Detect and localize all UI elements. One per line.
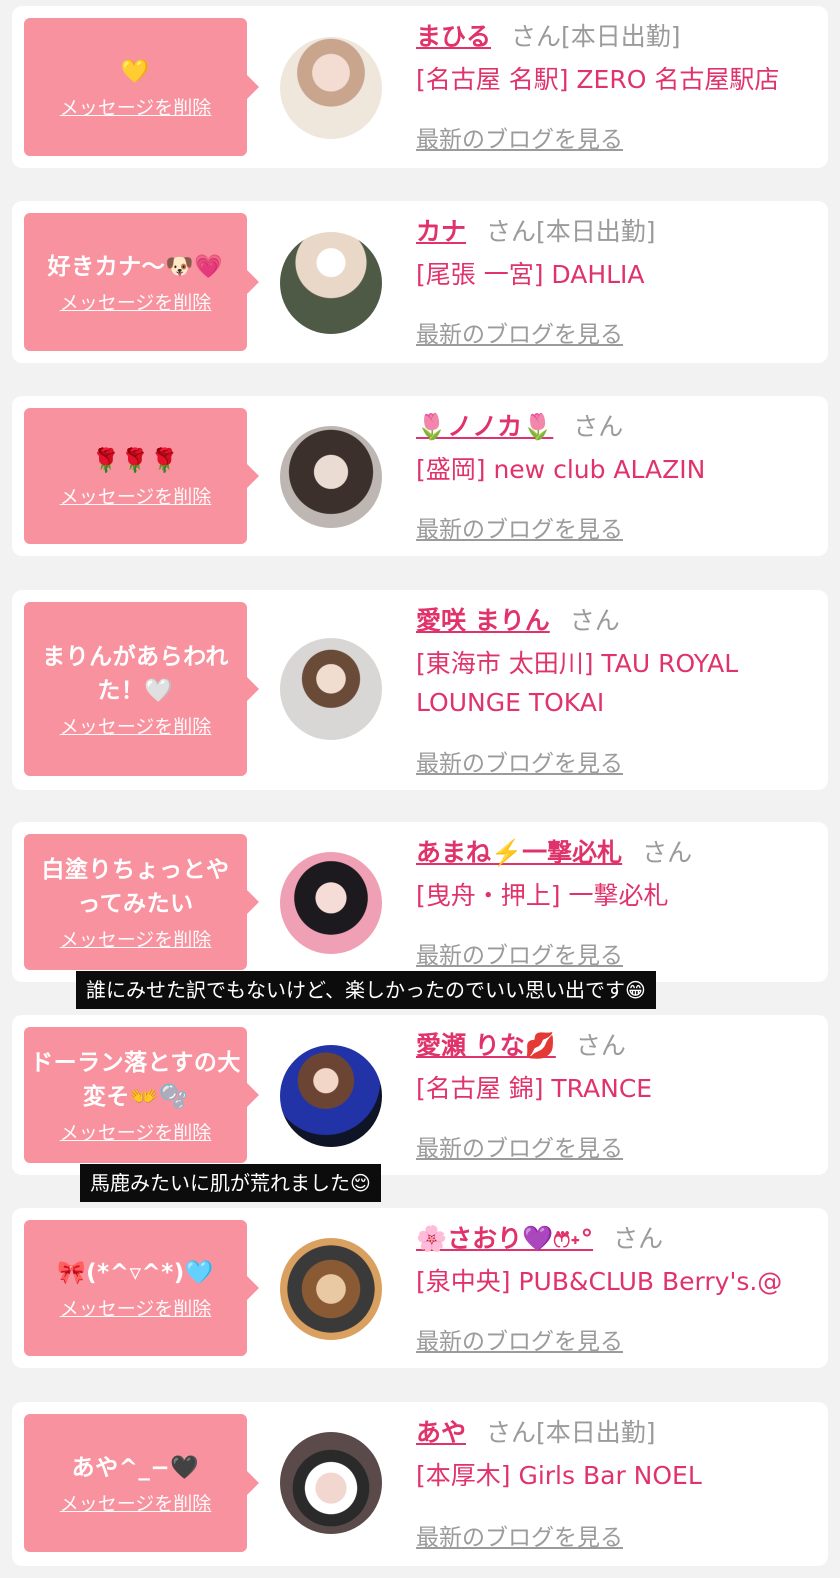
avatar[interactable]: [280, 852, 382, 954]
attendance-status: [本日出勤]: [561, 22, 681, 51]
shop-name: [泉中央] PUB&CLUB Berry's.@: [416, 1267, 783, 1296]
delete-message-link[interactable]: メッセージを削除: [60, 1118, 212, 1145]
message-text: 白塗りちょっとやってみたい: [41, 856, 230, 917]
cast-name-link[interactable]: カナ: [416, 217, 466, 246]
delete-message-link[interactable]: メッセージを削除: [60, 925, 212, 952]
avatar[interactable]: [280, 232, 382, 334]
honorific: さん: [575, 1031, 626, 1060]
message-bubble: あや^_−🖤 メッセージを削除: [24, 1414, 259, 1552]
message-bubble: 白塗りちょっとやってみたい メッセージを削除: [24, 834, 259, 970]
latest-blog-link[interactable]: 最新のブログを見る: [416, 120, 623, 154]
shop-name: [尾張 一宮] DAHLIA: [416, 260, 645, 289]
message-bubble: 💛 メッセージを削除: [24, 18, 259, 156]
cast-name-link[interactable]: あまね⚡️一撃必札: [416, 838, 622, 867]
cast-name-link[interactable]: 🌸さおり💜ෆ⃛˖°: [416, 1224, 593, 1253]
honorific: さん: [511, 22, 562, 51]
avatar[interactable]: [280, 1238, 382, 1340]
avatar[interactable]: [280, 1432, 382, 1534]
delete-message-link[interactable]: メッセージを削除: [60, 1489, 212, 1516]
delete-message-link[interactable]: メッセージを削除: [60, 93, 212, 120]
message-text: 好きカナ〜🐶💗: [47, 253, 224, 280]
honorific: さん: [642, 838, 693, 867]
message-bubble: 🌹🌹🌹 メッセージを削除: [24, 408, 259, 544]
cast-name-link[interactable]: 🌷ノノカ🌷: [416, 412, 553, 441]
message-text: まりんがあらわれた！🤍: [42, 643, 229, 704]
latest-blog-link[interactable]: 最新のブログを見る: [416, 315, 623, 349]
profile-card: 💛 メッセージを削除 まひる さん[本日出勤] [名古屋 名駅] ZERO 名古屋…: [12, 6, 828, 168]
shop-name: [曳舟・押上] 一撃必札: [416, 881, 669, 910]
avatar[interactable]: [280, 37, 382, 139]
cast-name-link[interactable]: あや: [416, 1418, 466, 1447]
cast-name-link[interactable]: 愛瀬 りな💋: [416, 1031, 556, 1060]
cast-name-link[interactable]: まひる: [416, 22, 491, 51]
honorific: さん: [486, 217, 537, 246]
profile-card: 🎀(*^▿^*)🩵 メッセージを削除 🌸さおり💜ෆ⃛˖° さん [泉中央] PUB…: [12, 1208, 828, 1368]
attendance-status: [本日出勤]: [536, 1418, 656, 1447]
avatar[interactable]: [280, 638, 382, 740]
honorific: さん: [613, 1224, 664, 1253]
latest-blog-link[interactable]: 最新のブログを見る: [416, 744, 623, 778]
latest-blog-link[interactable]: 最新のブログを見る: [416, 936, 623, 970]
latest-blog-link[interactable]: 最新のブログを見る: [416, 510, 623, 544]
message-text: ドーラン落とすの大変そ👐🫧: [30, 1049, 241, 1110]
avatar[interactable]: [280, 1045, 382, 1147]
shop-name: [東海市 太田川] TAU ROYAL LOUNGE TOKAI: [416, 649, 739, 717]
delete-message-link[interactable]: メッセージを削除: [60, 1294, 212, 1321]
profile-card: 白塗りちょっとやってみたい メッセージを削除 あまね⚡️一撃必札 さん [曳舟・押…: [12, 822, 828, 982]
latest-blog-link[interactable]: 最新のブログを見る: [416, 1322, 623, 1356]
message-text: 🌹🌹🌹: [91, 447, 180, 474]
honorific: さん: [569, 606, 620, 635]
cast-name-link[interactable]: 愛咲 まりん: [416, 606, 550, 635]
profile-card: 🌹🌹🌹 メッセージを削除 🌷ノノカ🌷 さん [盛岡] new club ALAZI…: [12, 396, 828, 556]
shop-name: [名古屋 錦] TRANCE: [416, 1074, 653, 1103]
message-text: 🎀(*^▿^*)🩵: [57, 1259, 214, 1286]
message-bubble: まりんがあらわれた！🤍 メッセージを削除: [24, 602, 259, 776]
story-caption: 誰にみせた訳でもないけど、楽しかったのでいい思い出です😁: [76, 971, 656, 1009]
profile-card: ドーラン落とすの大変そ👐🫧 メッセージを削除 愛瀬 りな💋 さん [名古屋 錦] …: [12, 1015, 828, 1175]
delete-message-link[interactable]: メッセージを削除: [60, 288, 212, 315]
profile-card: あや^_−🖤 メッセージを削除 あや さん[本日出勤] [本厚木] Girls B…: [12, 1402, 828, 1566]
latest-blog-link[interactable]: 最新のブログを見る: [416, 1129, 623, 1163]
message-text: 💛: [120, 58, 151, 85]
shop-name: [名古屋 名駅] ZERO 名古屋駅店: [416, 65, 780, 94]
avatar[interactable]: [280, 426, 382, 528]
message-bubble: ドーラン落とすの大変そ👐🫧 メッセージを削除: [24, 1027, 259, 1163]
message-bubble: 🎀(*^▿^*)🩵 メッセージを削除: [24, 1220, 259, 1356]
message-bubble: 好きカナ〜🐶💗 メッセージを削除: [24, 213, 259, 351]
story-caption: 馬鹿みたいに肌が荒れました😌: [80, 1164, 381, 1202]
delete-message-link[interactable]: メッセージを削除: [60, 712, 212, 739]
honorific: さん: [486, 1418, 537, 1447]
profile-card: まりんがあらわれた！🤍 メッセージを削除 愛咲 まりん さん [東海市 太田川] …: [12, 590, 828, 790]
shop-name: [本厚木] Girls Bar NOEL: [416, 1461, 702, 1490]
shop-name: [盛岡] new club ALAZIN: [416, 455, 706, 484]
latest-blog-link[interactable]: 最新のブログを見る: [416, 1518, 623, 1552]
honorific: さん: [573, 412, 624, 441]
attendance-status: [本日出勤]: [536, 217, 656, 246]
profile-card: 好きカナ〜🐶💗 メッセージを削除 カナ さん[本日出勤] [尾張 一宮] DAHL…: [12, 201, 828, 363]
delete-message-link[interactable]: メッセージを削除: [60, 482, 212, 509]
message-text: あや^_−🖤: [71, 1454, 200, 1481]
